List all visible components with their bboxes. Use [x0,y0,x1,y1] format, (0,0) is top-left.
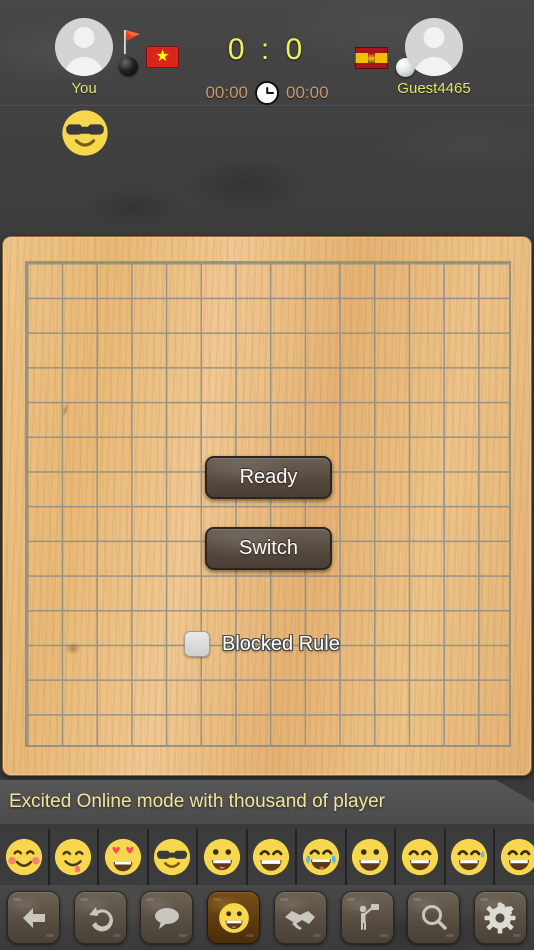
avatar-head [423,27,445,48]
emoji-smiling-face-with-heart-eyes[interactable] [99,829,149,885]
clock-icon [255,81,279,105]
ready-button[interactable]: Ready [205,456,332,499]
handshake-icon [285,910,316,930]
flag-emblem [368,53,375,63]
emoji-beaming-face-with-smiling-eyes[interactable] [247,829,297,885]
resign-button[interactable] [340,891,394,944]
player-right-name: Guest4465 [397,80,471,97]
chat-bubble-icon [154,907,179,929]
undo-arrow-icon [89,906,114,931]
avatar-body [414,57,454,76]
emoji-grinning-face[interactable] [346,829,396,885]
emoji-grinning-face-with-big-eyes[interactable] [198,829,248,885]
back-button[interactable] [7,891,60,944]
draw-button[interactable] [273,891,327,944]
game-board[interactable]: Blocked Rule Ready Switch [2,236,532,776]
emoji-face-with-tears-of-joy[interactable] [297,829,347,885]
back-arrow-icon [22,907,45,928]
emoji-button[interactable] [207,891,261,944]
spain-flag-icon [355,47,388,69]
chat-button[interactable] [140,891,194,944]
settings-button[interactable] [473,891,527,944]
sunglasses-face-emoji [62,110,108,156]
undo-button[interactable] [73,891,127,944]
emoji-grinning-face-with-smiling-eyes[interactable] [396,829,446,885]
timer-left: 00:00 [205,83,248,102]
scoreboard: You ★ 0 : 0 00:00 00:00 Guest4465 [0,0,534,105]
emoji-partial[interactable] [495,829,534,885]
person-flag-icon [359,903,380,930]
emoji-face-savoring-food[interactable] [49,829,99,885]
blocked-rule-checkbox[interactable] [184,631,210,657]
emoji-smiling-face-with-blush[interactable] [0,829,50,885]
search-button[interactable] [407,891,461,944]
blocked-rule-label: Blocked Rule [222,632,340,655]
emoji-picker-strip[interactable] [0,829,534,885]
player-right[interactable]: Guest4465 [397,18,471,97]
game-header: You ★ 0 : 0 00:00 00:00 Guest4465 [0,0,534,236]
magnifier-icon [421,904,447,930]
pregame-controls-overlay: Blocked Rule Ready Switch [3,237,531,775]
gear-icon [484,902,516,933]
emoji-smiling-face-with-sunglasses[interactable] [148,829,198,885]
emoji-grinning-face-with-sweat[interactable] [445,829,495,885]
avatar[interactable] [405,18,463,76]
smiley-face-icon [218,902,249,933]
header-divider [0,105,534,107]
bottom-toolbar [0,885,534,950]
blocked-rule-row[interactable]: Blocked Rule [184,631,340,657]
timer-right: 00:00 [286,83,329,102]
switch-button[interactable]: Switch [205,527,332,570]
ticker-text: Excited Online mode with thousand of pla… [9,791,385,812]
news-ticker: Excited Online mode with thousand of pla… [0,780,534,824]
